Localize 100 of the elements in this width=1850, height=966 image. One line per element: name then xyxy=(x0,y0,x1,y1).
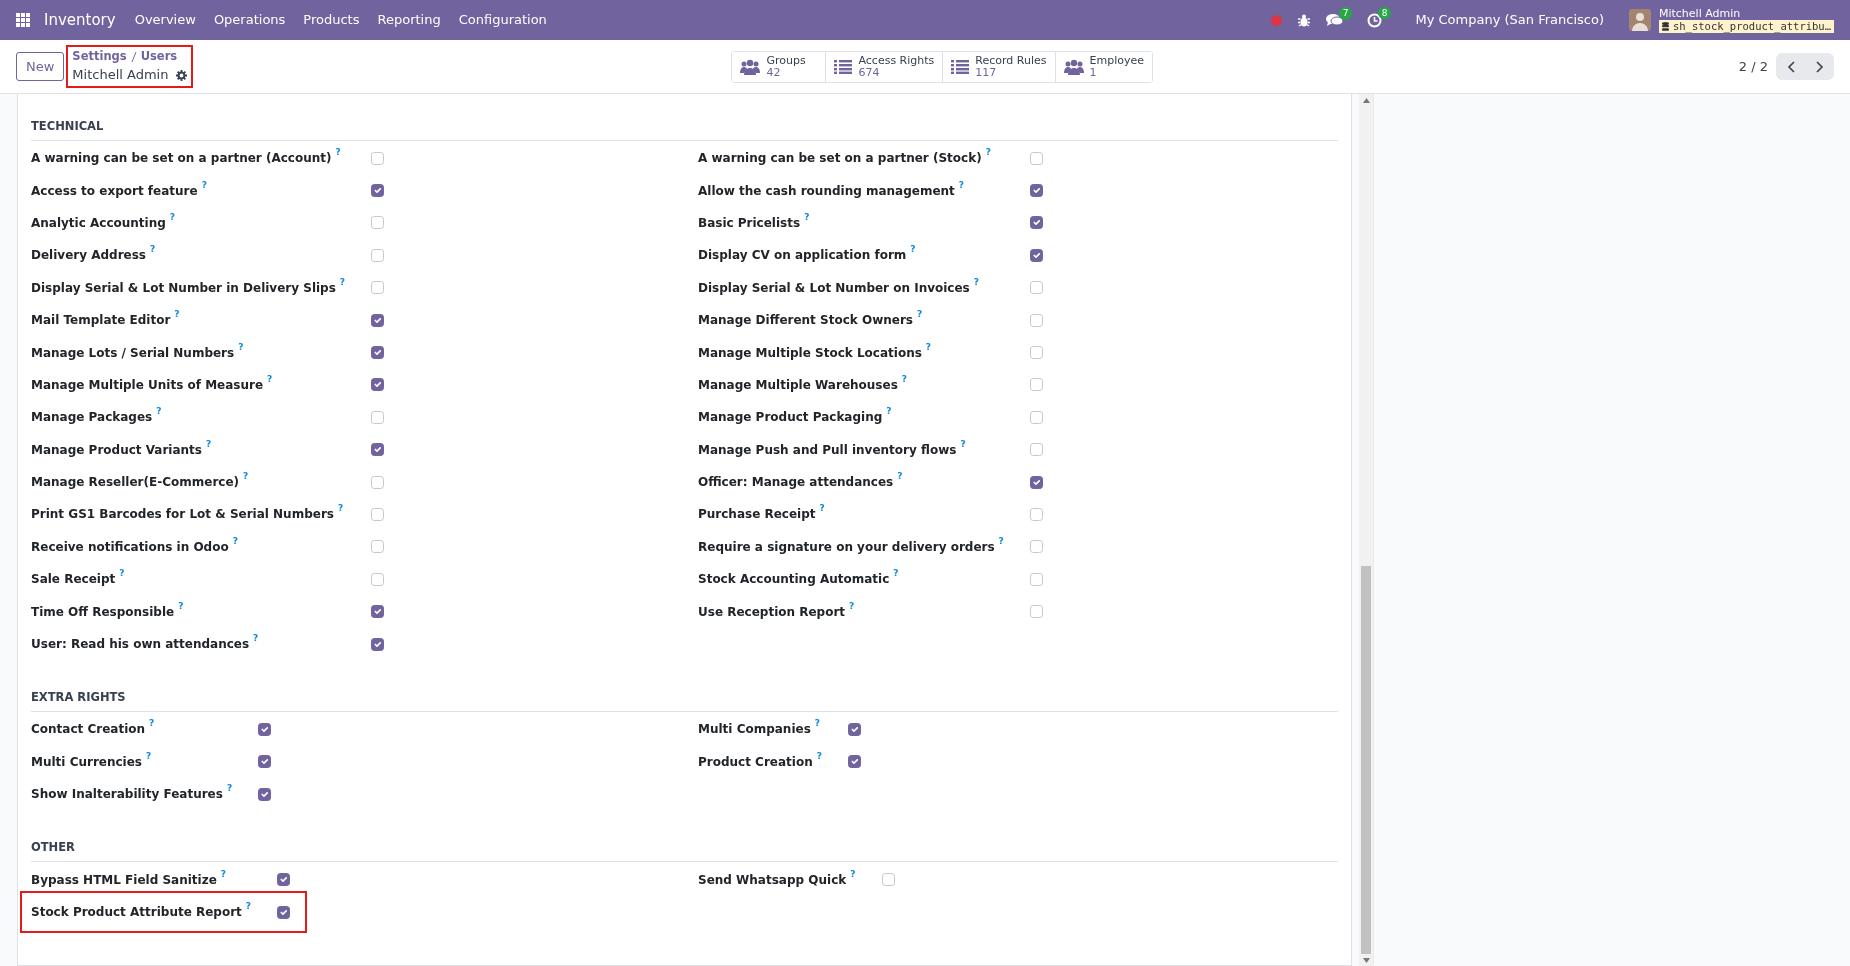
help-tooltip[interactable]: ? xyxy=(156,405,162,419)
help-tooltip[interactable]: ? xyxy=(339,275,346,290)
checkbox[interactable] xyxy=(371,475,385,489)
help-tooltip[interactable]: ? xyxy=(232,534,238,549)
checkbox[interactable] xyxy=(258,755,272,769)
help-tooltip[interactable]: ? xyxy=(169,210,176,225)
apps-menu-icon[interactable] xyxy=(16,13,30,27)
checkbox[interactable] xyxy=(371,346,385,360)
menu-item[interactable]: Operations xyxy=(204,10,295,30)
help-tooltip[interactable]: ? xyxy=(960,437,966,452)
checkbox[interactable] xyxy=(277,905,291,919)
help-tooltip[interactable]: ? xyxy=(816,749,822,764)
checkbox[interactable] xyxy=(1029,248,1043,262)
menu-item[interactable]: Products xyxy=(294,10,369,30)
user-name[interactable]: Mitchell Admin xyxy=(1658,7,1834,20)
checkbox[interactable] xyxy=(1029,313,1043,327)
checkbox[interactable] xyxy=(371,151,385,165)
help-tooltip[interactable]: ? xyxy=(267,372,273,387)
smart-button[interactable]: Groups 42 xyxy=(732,51,827,82)
help-tooltip[interactable]: ? xyxy=(901,372,907,387)
help-tooltip[interactable]: ? xyxy=(149,717,155,731)
help-tooltip[interactable]: ? xyxy=(985,146,991,160)
checkbox[interactable] xyxy=(371,410,385,424)
help-tooltip[interactable]: ? xyxy=(226,782,233,796)
checkbox[interactable] xyxy=(1029,216,1043,230)
help-tooltip[interactable]: ? xyxy=(253,632,259,646)
checkbox[interactable] xyxy=(258,787,272,801)
help-tooltip[interactable]: ? xyxy=(243,470,249,484)
checkbox[interactable] xyxy=(1029,443,1043,457)
menu-item[interactable]: Reporting xyxy=(368,10,450,30)
help-tooltip[interactable]: ? xyxy=(910,243,916,257)
help-tooltip[interactable]: ? xyxy=(337,502,344,516)
checkbox[interactable] xyxy=(371,637,385,651)
help-tooltip[interactable]: ? xyxy=(973,275,979,290)
menu-item[interactable]: Configuration xyxy=(449,10,556,30)
help-tooltip[interactable]: ? xyxy=(893,567,899,581)
checkbox[interactable] xyxy=(1029,508,1043,521)
checkbox[interactable] xyxy=(1029,475,1043,489)
checkbox[interactable] xyxy=(1029,410,1043,424)
breadcrumb-link[interactable]: Users xyxy=(140,48,178,66)
checkbox[interactable] xyxy=(371,216,385,230)
checkbox[interactable] xyxy=(371,572,385,586)
checkbox[interactable] xyxy=(1029,378,1043,392)
help-tooltip[interactable]: ? xyxy=(238,340,244,355)
next-button[interactable] xyxy=(1805,53,1834,80)
scroll-down-icon[interactable] xyxy=(1362,957,1370,963)
help-tooltip[interactable]: ? xyxy=(849,599,855,614)
help-tooltip[interactable]: ? xyxy=(245,900,252,914)
checkbox[interactable] xyxy=(1029,572,1043,586)
checkbox[interactable] xyxy=(258,722,272,736)
help-tooltip[interactable]: ? xyxy=(174,308,180,322)
checkbox[interactable] xyxy=(371,281,385,295)
menu-item[interactable]: Overview xyxy=(125,10,205,30)
help-tooltip[interactable]: ? xyxy=(804,210,810,225)
gear-icon[interactable] xyxy=(176,69,188,81)
checkbox[interactable] xyxy=(371,313,385,327)
user-avatar[interactable] xyxy=(1628,9,1651,31)
checkbox[interactable] xyxy=(847,722,861,736)
scroll-up-icon[interactable] xyxy=(1362,97,1370,103)
bug-icon[interactable] xyxy=(1298,13,1311,27)
checkbox[interactable] xyxy=(1029,151,1043,165)
help-tooltip[interactable]: ? xyxy=(335,146,341,160)
checkbox[interactable] xyxy=(1029,281,1043,295)
checkbox[interactable] xyxy=(371,605,385,619)
checkbox[interactable] xyxy=(1029,605,1043,619)
checkbox[interactable] xyxy=(847,755,861,769)
help-tooltip[interactable]: ? xyxy=(206,437,212,452)
help-tooltip[interactable]: ? xyxy=(886,405,892,419)
status-dot-icon[interactable] xyxy=(1271,14,1283,26)
help-tooltip[interactable]: ? xyxy=(850,867,856,882)
help-tooltip[interactable]: ? xyxy=(897,470,903,484)
checkbox[interactable] xyxy=(371,184,385,198)
checkbox[interactable] xyxy=(881,873,895,887)
checkbox[interactable] xyxy=(371,248,385,262)
help-tooltip[interactable]: ? xyxy=(119,567,125,581)
checkbox[interactable] xyxy=(1029,540,1043,554)
company-switcher[interactable]: My Company (San Francisco) xyxy=(1406,10,1613,30)
help-tooltip[interactable]: ? xyxy=(925,340,932,355)
checkbox[interactable] xyxy=(371,378,385,392)
scrollbar-thumb[interactable] xyxy=(1361,566,1371,954)
breadcrumb-link[interactable]: Settings xyxy=(72,48,127,66)
checkbox[interactable] xyxy=(277,873,291,887)
help-tooltip[interactable]: ? xyxy=(814,717,821,731)
previous-button[interactable] xyxy=(1776,53,1805,80)
help-tooltip[interactable]: ? xyxy=(220,867,227,882)
chat-icon[interactable] xyxy=(1326,13,1344,27)
help-tooltip[interactable]: ? xyxy=(146,749,152,764)
help-tooltip[interactable]: ? xyxy=(958,178,965,193)
help-tooltip[interactable]: ? xyxy=(998,534,1004,549)
help-tooltip[interactable]: ? xyxy=(916,308,923,322)
pager-value[interactable]: 2 / 2 xyxy=(1738,56,1768,77)
help-tooltip[interactable]: ? xyxy=(819,502,825,516)
checkbox[interactable] xyxy=(371,443,385,457)
new-button[interactable]: New xyxy=(16,51,65,82)
clock-icon[interactable] xyxy=(1367,12,1383,28)
checkbox[interactable] xyxy=(371,540,385,554)
help-tooltip[interactable]: ? xyxy=(201,178,207,193)
help-tooltip[interactable]: ? xyxy=(150,243,156,257)
checkbox[interactable] xyxy=(371,508,385,521)
checkbox[interactable] xyxy=(1029,184,1043,198)
